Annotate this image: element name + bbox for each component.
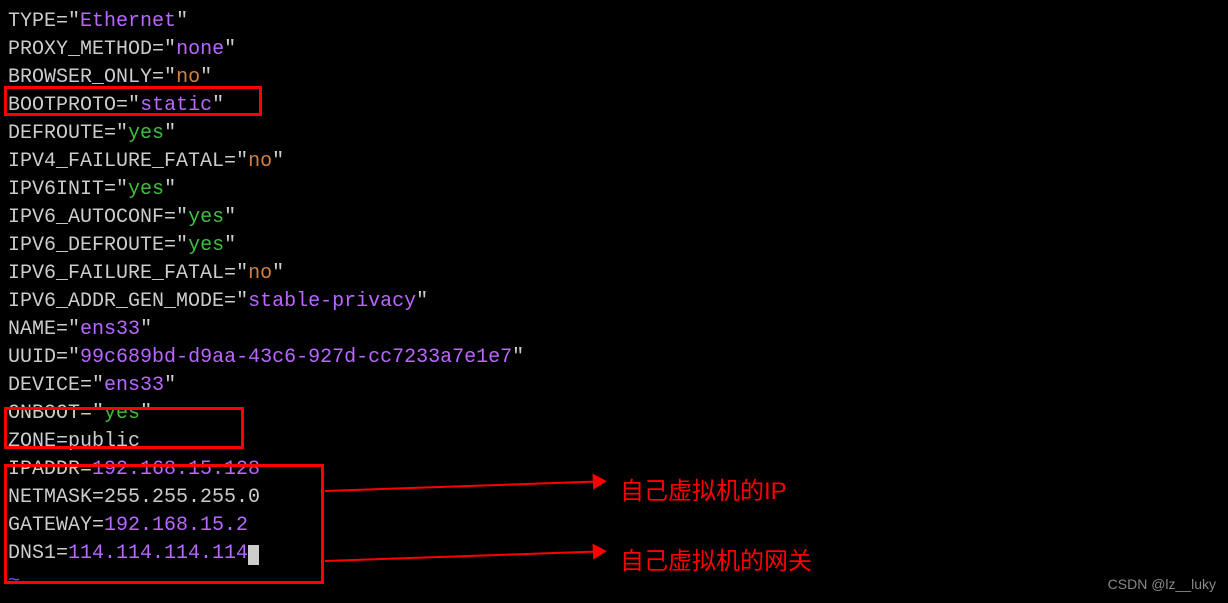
- config-key: IPV6_AUTOCONF: [8, 206, 164, 229]
- config-value: yes: [128, 178, 164, 201]
- config-value: ens33: [80, 318, 140, 341]
- config-value: no: [176, 66, 200, 89]
- config-key: DEVICE: [8, 374, 80, 397]
- highlight-box-network: [4, 464, 324, 584]
- config-value: no: [248, 262, 272, 285]
- watermark: CSDN @lz__luky: [1108, 575, 1216, 595]
- config-value: Ethernet: [80, 10, 176, 33]
- config-line: NAME="ens33": [8, 316, 1220, 344]
- config-key: UUID: [8, 346, 56, 369]
- config-value: static: [140, 94, 212, 117]
- config-line: PROXY_METHOD="none": [8, 36, 1220, 64]
- config-key: IPV6_ADDR_GEN_MODE: [8, 290, 224, 313]
- config-key: PROXY_METHOD: [8, 38, 152, 61]
- config-line: DEVICE="ens33": [8, 372, 1220, 400]
- config-value: yes: [188, 234, 224, 257]
- config-line: BROWSER_ONLY="no": [8, 64, 1220, 92]
- config-value: no: [248, 150, 272, 173]
- config-value: ens33: [104, 374, 164, 397]
- config-key: IPV6_FAILURE_FATAL: [8, 262, 224, 285]
- config-line: IPV6_ADDR_GEN_MODE="stable-privacy": [8, 288, 1220, 316]
- config-line: TYPE="Ethernet": [8, 8, 1220, 36]
- config-line: IPV6_DEFROUTE="yes": [8, 232, 1220, 260]
- highlight-box-onboot: [4, 407, 244, 449]
- config-key: TYPE: [8, 10, 56, 33]
- config-value: yes: [128, 122, 164, 145]
- config-line: IPV4_FAILURE_FATAL="no": [8, 148, 1220, 176]
- config-line: IPV6_AUTOCONF="yes": [8, 204, 1220, 232]
- config-line: UUID="99c689bd-d9aa-43c6-927d-cc7233a7e1…: [8, 344, 1220, 372]
- annotation-gateway: 自己虚拟机的网关: [620, 545, 812, 579]
- annotation-ip: 自己虚拟机的IP: [620, 475, 787, 509]
- config-key: IPV6INIT: [8, 178, 104, 201]
- config-key: DEFROUTE: [8, 122, 104, 145]
- config-key: IPV6_DEFROUTE: [8, 234, 164, 257]
- config-line: IPV6_FAILURE_FATAL="no": [8, 260, 1220, 288]
- config-line: IPV6INIT="yes": [8, 176, 1220, 204]
- config-key: IPV4_FAILURE_FATAL: [8, 150, 224, 173]
- config-value: stable-privacy: [248, 290, 416, 313]
- config-line: DEFROUTE="yes": [8, 120, 1220, 148]
- config-value: 99c689bd-d9aa-43c6-927d-cc7233a7e1e7: [80, 346, 512, 369]
- config-key: BROWSER_ONLY: [8, 66, 152, 89]
- config-value: none: [176, 38, 224, 61]
- config-key: NAME: [8, 318, 56, 341]
- config-key: BOOTPROTO: [8, 94, 116, 117]
- config-value: yes: [188, 206, 224, 229]
- config-line: BOOTPROTO="static": [8, 92, 1220, 120]
